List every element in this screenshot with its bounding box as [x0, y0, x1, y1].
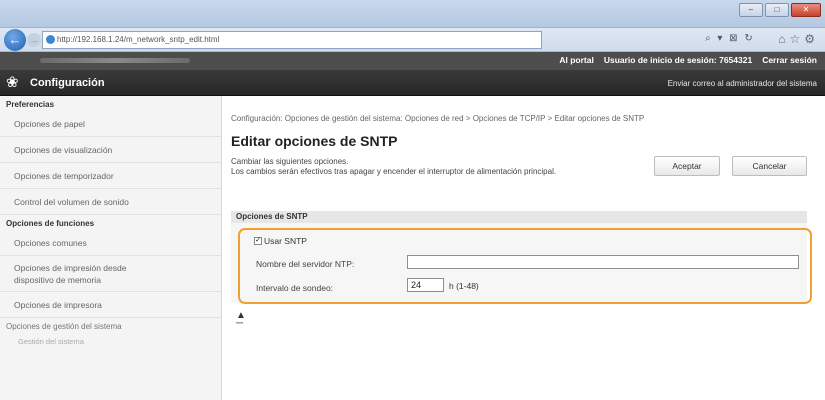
portal-link[interactable]: Al portal — [559, 55, 593, 65]
ntp-server-label: Nombre del servidor NTP: — [256, 259, 355, 269]
polling-interval-input[interactable]: 24 — [407, 278, 444, 292]
maximize-button[interactable]: □ — [765, 3, 789, 17]
sidebar-heading-functions: Opciones de funciones — [6, 219, 95, 228]
sidebar-item-timer[interactable]: Opciones de temporizador — [0, 163, 221, 189]
app-header: ❀ Configuración Enviar correo al adminis… — [0, 70, 825, 96]
polling-interval-label: Intervalo de sondeo: — [256, 283, 334, 293]
device-top-bar: Al portal Usuario de inicio de sesión: 7… — [0, 52, 825, 70]
page-description: Cambiar las siguientes opciones. Los cam… — [231, 157, 651, 177]
sidebar-item-memory-print[interactable]: Opciones de impresión desde dispositivo … — [0, 256, 221, 292]
section-title: Opciones de SNTP — [231, 211, 807, 223]
login-user-info: Usuario de inicio de sesión: 7654321 — [604, 55, 752, 65]
sidebar-item-display[interactable]: Opciones de visualización — [0, 137, 221, 163]
back-to-top-icon[interactable]: ▲ ─ — [236, 311, 246, 329]
mail-admin-link[interactable]: Enviar correo al administrador del siste… — [668, 79, 817, 88]
minimize-button[interactable]: – — [739, 3, 763, 17]
browser-navbar: ← → http://192.168.1.24/m_network_sntp_e… — [0, 28, 825, 52]
settings-gear-icon: ❀ — [6, 74, 19, 91]
window-controls: – □ ✕ — [739, 3, 821, 17]
cancel-button[interactable]: Cancelar — [732, 156, 807, 176]
sidebar-heading-preferences: Preferencias — [6, 100, 55, 109]
login-user-value: 7654321 — [719, 55, 753, 65]
top-links: Al portal Usuario de inicio de sesión: 7… — [559, 55, 817, 65]
browser-titlebar: – □ ✕ — [0, 0, 825, 28]
browser-page-icon — [46, 35, 55, 44]
tools-gear-icon[interactable]: ⚙ — [804, 32, 819, 46]
close-window-button[interactable]: ✕ — [791, 3, 821, 17]
use-sntp-checkbox[interactable]: ✓ — [254, 237, 262, 245]
polling-interval-range: h (1-48) — [449, 281, 479, 291]
back-arrow-icon[interactable]: ← — [4, 29, 26, 51]
favorites-star-icon[interactable]: ☆ — [789, 32, 804, 46]
browser-nav-icons: ⌂☆⚙ — [778, 32, 819, 46]
login-user-label: Usuario de inicio de sesión: — [603, 55, 717, 65]
description-line-1: Cambiar las siguientes opciones. — [231, 157, 349, 166]
address-text: http://192.168.1.24/m_network_sntp_edit.… — [57, 35, 220, 44]
main-content: Configuración: Opciones de gestión del s… — [222, 96, 825, 400]
use-sntp-label: Usar SNTP — [264, 236, 307, 246]
use-sntp-row[interactable]: ✓ Usar SNTP — [254, 236, 307, 246]
sidebar-item-common[interactable]: Opciones comunes — [0, 230, 221, 256]
device-name-blurred — [40, 58, 190, 63]
address-tools[interactable]: ⌕ ▾ ⊠ ↻ — [705, 33, 755, 44]
sidebar-item-paper[interactable]: Opciones de papel — [0, 111, 221, 137]
ntp-server-input[interactable] — [407, 255, 799, 269]
sidebar-heading-management[interactable]: Opciones de gestión del sistema — [0, 318, 221, 333]
page-title: Editar opciones de SNTP — [231, 133, 398, 149]
sidebar-item-memory-print-line1: Opciones de impresión desde — [14, 263, 127, 273]
description-line-2: Los cambios serán efectivos tras apagar … — [231, 167, 557, 176]
sidebar: Preferencias Opciones de papel Opciones … — [0, 96, 222, 400]
accept-button[interactable]: Aceptar — [654, 156, 720, 176]
app-title: Configuración — [30, 77, 105, 89]
logout-link[interactable]: Cerrar sesión — [762, 55, 817, 65]
forward-arrow-icon[interactable]: → — [27, 33, 41, 47]
sidebar-item-volume[interactable]: Control del volumen de sonido — [0, 189, 221, 215]
breadcrumb: Configuración: Opciones de gestión del s… — [231, 114, 645, 123]
sidebar-item-memory-print-line2: dispositivo de memoria — [14, 275, 101, 285]
sidebar-item-system-management[interactable]: Gestión del sistema — [0, 333, 221, 346]
home-icon[interactable]: ⌂ — [778, 32, 789, 46]
sidebar-item-printer[interactable]: Opciones de impresora — [0, 292, 221, 318]
address-bar[interactable]: http://192.168.1.24/m_network_sntp_edit.… — [42, 31, 542, 49]
